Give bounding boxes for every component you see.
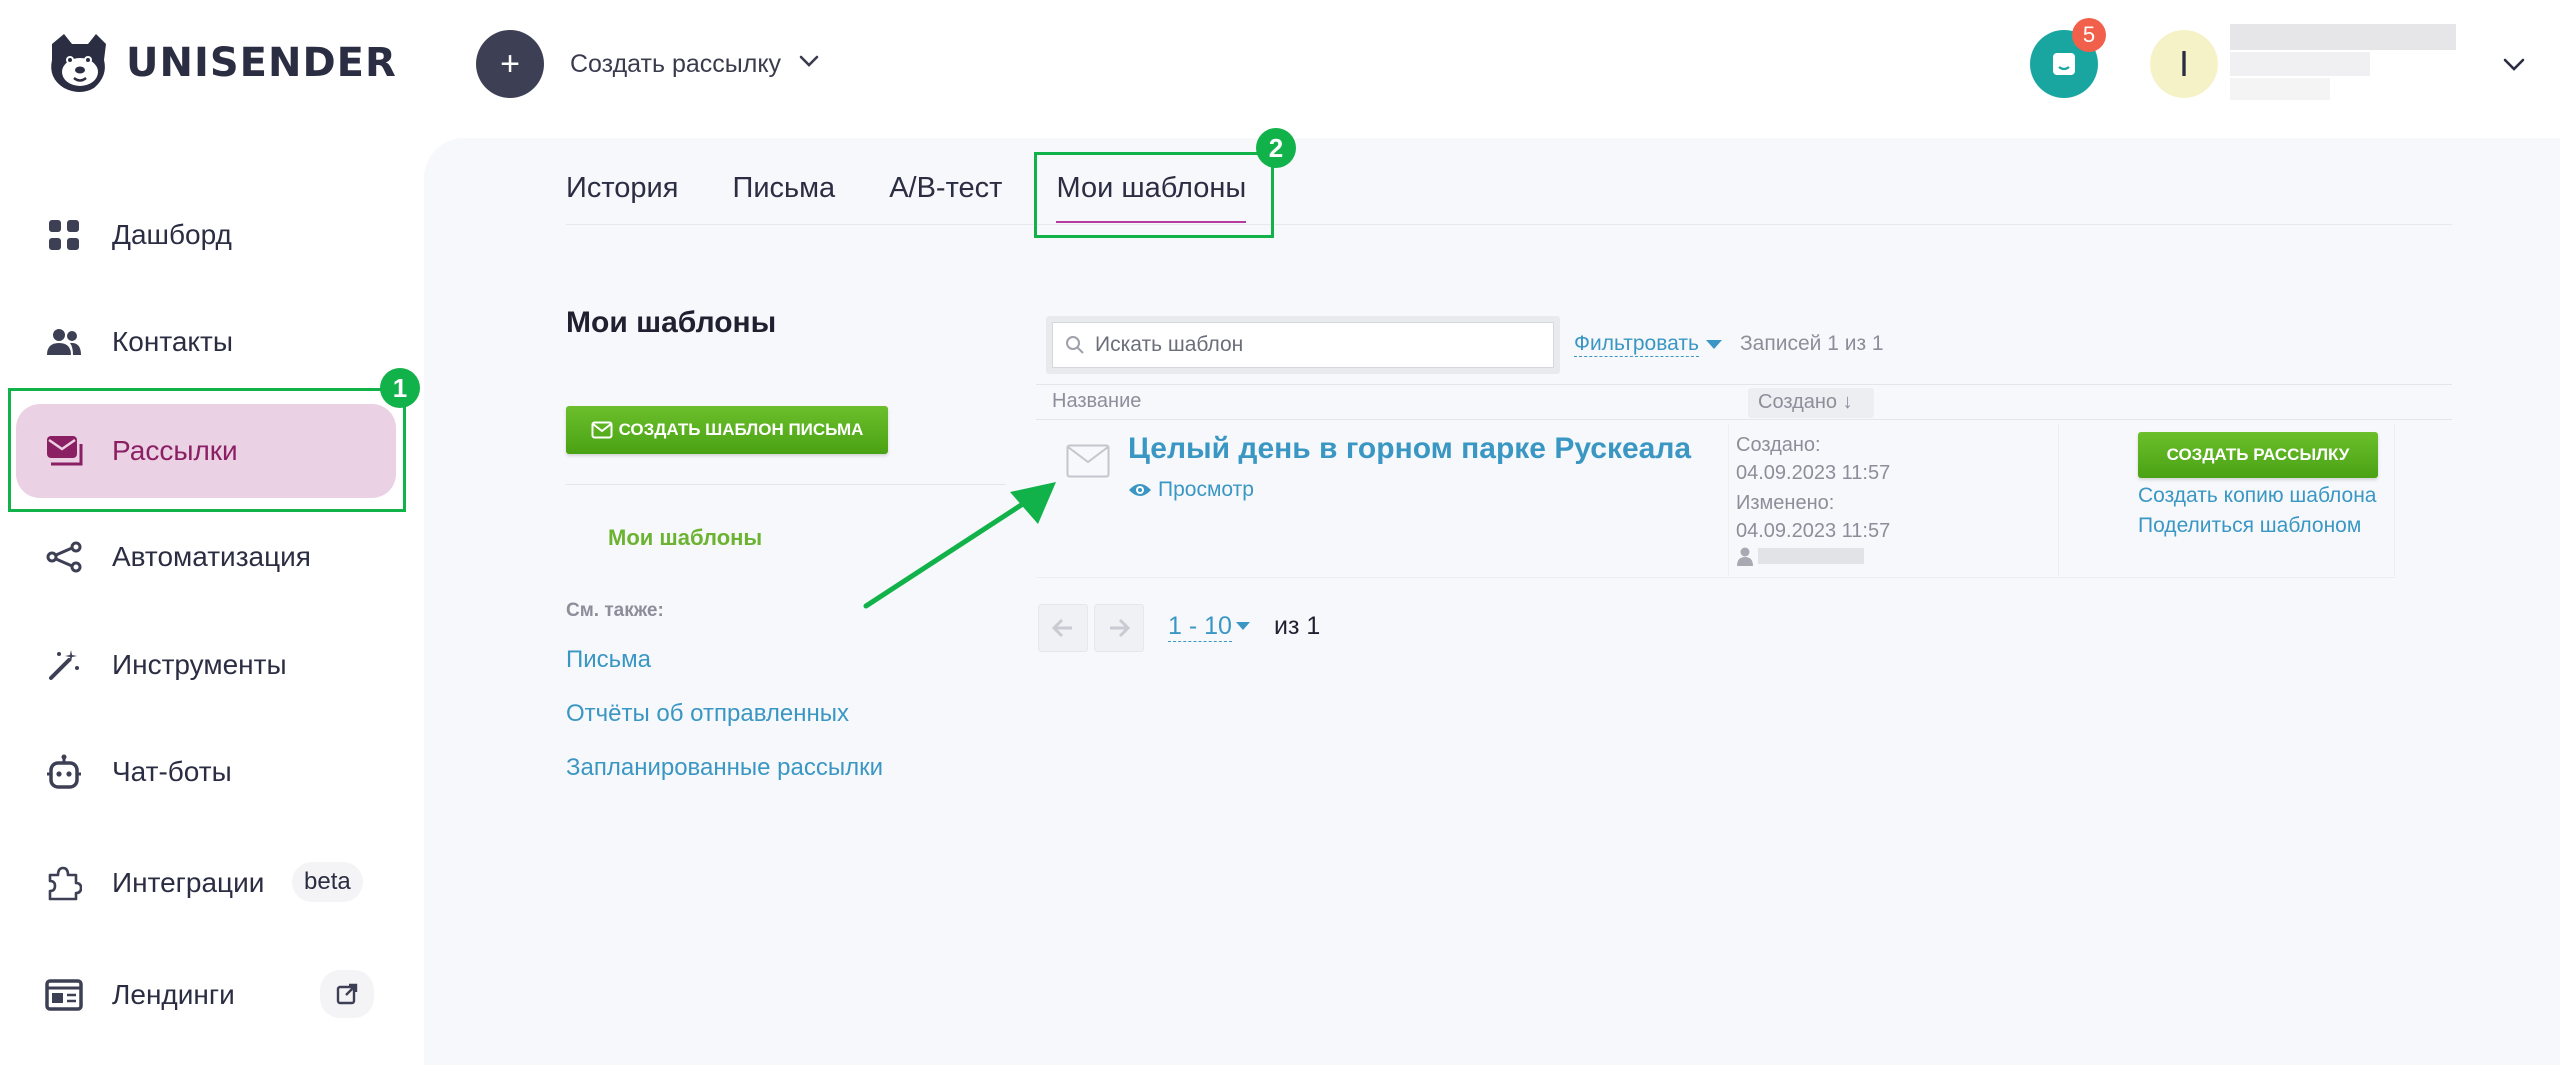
create-mailing-button[interactable]: СОЗДАТЬ РАССЫЛКУ (2138, 432, 2378, 478)
sidebar-item-dashboard[interactable]: Дашборд (16, 188, 396, 282)
logo[interactable]: UNISENDER (42, 30, 397, 96)
robot-icon (44, 752, 84, 792)
content-panel (424, 138, 2560, 1065)
template-name-link[interactable]: Целый день в горном парке Рускеала (1128, 432, 1691, 466)
annotation-number-2: 2 (1256, 128, 1296, 168)
chevron-down-icon[interactable] (796, 48, 822, 74)
share-template-link[interactable]: Поделиться шаблоном (2138, 514, 2361, 538)
sidebar-item-label: Чат-боты (112, 756, 232, 787)
records-count: Записей 1 из 1 (1740, 332, 1884, 355)
see-also-link-scheduled[interactable]: Запланированные рассылки (566, 754, 883, 782)
envelope-icon (1066, 444, 1110, 478)
create-mailing-plus-button[interactable]: + (476, 30, 544, 98)
sidebar-item-integrations[interactable]: Интеграции beta (16, 836, 396, 930)
copy-template-link[interactable]: Создать копию шаблона (2138, 484, 2377, 508)
preview-label: Просмотр (1158, 478, 1254, 501)
chat-icon (2053, 53, 2075, 75)
sidebar-item-contacts[interactable]: Контакты (16, 295, 396, 389)
user-menu-chevron-icon[interactable] (2500, 50, 2528, 78)
tab-ab-test[interactable]: A/B-тест (889, 172, 1002, 223)
column-divider (2394, 424, 2395, 576)
search-placeholder: Искать шаблон (1095, 333, 1244, 356)
arrow-left-icon (1052, 618, 1072, 638)
contacts-icon (44, 322, 84, 362)
column-divider (1728, 424, 1729, 576)
app-root: UNISENDER + Создать рассылку 5 I Дашборд (0, 0, 2560, 1065)
dog-logo-icon (51, 34, 106, 92)
dashboard-icon (44, 215, 84, 255)
sidebar-item-automation[interactable]: Автоматизация (16, 510, 396, 604)
user-avatar[interactable]: I (2150, 30, 2218, 98)
created-label: Создано: (1736, 434, 1821, 456)
envelope-icon (591, 421, 613, 439)
create-mailing-label[interactable]: Создать рассылку (570, 50, 781, 79)
author-redacted (1736, 546, 1864, 566)
see-also-link-letters[interactable]: Письма (566, 646, 651, 674)
sidebar-item-label: Дашборд (112, 219, 232, 250)
sidebar-item-chatbots[interactable]: Чат-боты (16, 725, 396, 819)
created-value: 04.09.2023 11:57 (1736, 462, 1891, 484)
annotation-number-1: 1 (380, 368, 420, 408)
notification-badge: 5 (2072, 18, 2106, 52)
sidebar-item-landings[interactable]: Лендинги (16, 948, 396, 1042)
plus-icon: + (500, 44, 520, 83)
user-icon (1737, 547, 1753, 566)
sidebar-item-label: Инструменты (112, 649, 287, 680)
eye-icon (1129, 484, 1151, 496)
create-template-button[interactable]: СОЗДАТЬ ШАБЛОН ПИСЬМА (566, 406, 888, 454)
modified-value: 04.09.2023 11:57 (1736, 520, 1891, 542)
column-header-created[interactable]: Создано ↓ (1748, 388, 1874, 418)
tab-history[interactable]: История (566, 172, 678, 223)
table-header (1036, 384, 2452, 420)
search-input[interactable]: Искать шаблон (1052, 322, 1554, 368)
page-title: Мои шаблоны (566, 306, 777, 339)
user-info-redacted[interactable] (2230, 24, 2456, 102)
see-also-label: См. также: (566, 600, 664, 621)
modified-label: Изменено: (1736, 492, 1835, 514)
landing-icon (44, 975, 84, 1015)
page-total: из 1 (1274, 612, 1321, 640)
brand-name: UNISENDER (126, 40, 397, 86)
tab-letters[interactable]: Письма (732, 172, 835, 223)
automation-icon (44, 537, 84, 577)
sidebar-item-label: Автоматизация (112, 541, 311, 572)
my-templates-link[interactable]: Мои шаблоны (608, 525, 762, 551)
puzzle-icon (44, 863, 84, 903)
sidebar-item-label: Контакты (112, 326, 233, 357)
highlight-box-mailings (8, 388, 406, 512)
see-also-link-reports[interactable]: Отчёты об отправленных (566, 700, 849, 728)
sidebar-item-label: Интеграции (112, 867, 265, 898)
page-size-caret-icon[interactable] (1236, 622, 1250, 630)
create-template-label: СОЗДАТЬ ШАБЛОН ПИСЬМА (618, 420, 864, 439)
annotation-arrow-icon (863, 482, 1056, 609)
search-icon (1066, 336, 1084, 354)
column-header-name[interactable]: Название (1052, 390, 1141, 413)
highlight-box-my-templates (1034, 152, 1274, 238)
magic-wand-icon (44, 645, 84, 685)
tabs-divider (566, 224, 2452, 225)
sidebar-item-label: Лендинги (112, 979, 235, 1010)
next-page-button[interactable] (1094, 604, 1144, 652)
preview-link[interactable]: Просмотр (1128, 478, 1254, 502)
sidebar-item-tools[interactable]: Инструменты (16, 618, 396, 712)
external-link-icon[interactable] (320, 970, 374, 1018)
beta-badge: beta (292, 862, 363, 902)
filter-caret-icon[interactable] (1706, 340, 1722, 349)
column-divider (2058, 424, 2059, 576)
arrow-right-icon (1110, 618, 1130, 638)
filter-link[interactable]: Фильтровать (1574, 332, 1699, 357)
page-size-selector[interactable]: 1 - 10 (1168, 612, 1232, 642)
